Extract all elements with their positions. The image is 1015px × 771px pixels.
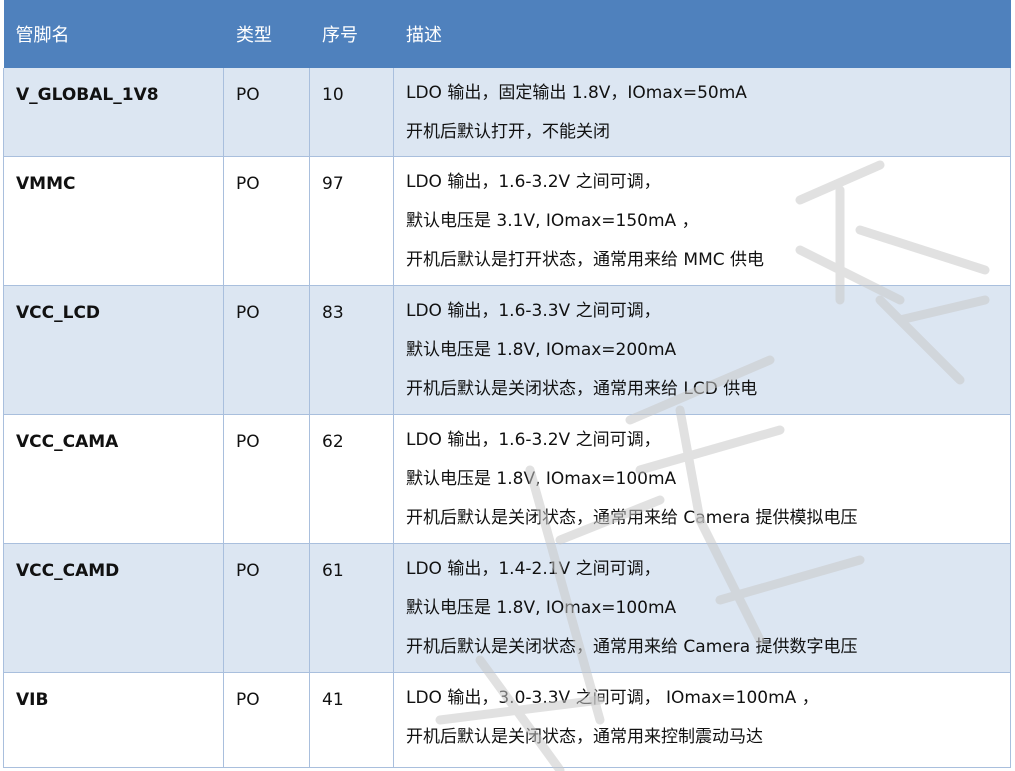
description-line: 开机后默认是关闭状态，通常用来给 Camera 提供数字电压 [406, 636, 858, 657]
table-row: VCC_CAMD PO 61 LDO 输出，1.4-2.1V 之间可调， 默认电… [3, 543, 1011, 673]
table-row: VCC_CAMA PO 62 LDO 输出，1.6-3.2V 之间可调， 默认电… [3, 414, 1011, 544]
table-row: VMMC PO 97 LDO 输出，1.6-3.2V 之间可调， 默认电压是 3… [3, 156, 1011, 286]
description-line: 开机后默认是关闭状态，通常用来给 Camera 提供模拟电压 [406, 507, 858, 528]
table-row: VCC_LCD PO 83 LDO 输出，1.6-3.3V 之间可调， 默认电压… [3, 285, 1011, 415]
pin-description-cell: LDO 输出，固定输出 1.8V，IOmax=50mA 开机后默认打开，不能关闭 [393, 68, 1011, 157]
table-header-row: 管脚名 类型 序号 描述 [3, 0, 1011, 68]
pin-name-cell: VMMC [3, 156, 224, 286]
pin-number-cell: 62 [309, 414, 394, 544]
description-line: LDO 输出，1.6-3.3V 之间可调， [406, 300, 661, 321]
header-type: 类型 [223, 0, 310, 68]
description-line: 开机后默认是打开状态，通常用来给 MMC 供电 [406, 249, 765, 270]
pin-number-cell: 41 [309, 672, 394, 768]
pin-description-cell: LDO 输出，1.6-3.2V 之间可调， 默认电压是 1.8V, IOmax=… [393, 414, 1011, 544]
header-number: 序号 [309, 0, 394, 68]
description-line: 默认电压是 1.8V, IOmax=100mA [406, 468, 677, 489]
table-row: VIB PO 41 LDO 输出，3.0-3.3V 之间可调， IOmax=10… [3, 672, 1011, 768]
pin-type-cell: PO [223, 285, 310, 415]
pin-name-cell: V_GLOBAL_1V8 [3, 68, 224, 157]
header-description: 描述 [393, 0, 1011, 68]
pin-name-cell: VCC_CAMA [3, 414, 224, 544]
description-line: LDO 输出，1.6-3.2V 之间可调， [406, 429, 661, 450]
description-line: 开机后默认是关闭状态，通常用来给 LCD 供电 [406, 378, 758, 399]
description-line: 默认电压是 1.8V, IOmax=100mA [406, 597, 677, 618]
pin-type-cell: PO [223, 156, 310, 286]
table-row: V_GLOBAL_1V8 PO 10 LDO 输出，固定输出 1.8V，IOma… [3, 68, 1011, 157]
pin-name-cell: VCC_CAMD [3, 543, 224, 673]
pin-description-cell: LDO 输出，1.6-3.2V 之间可调， 默认电压是 3.1V, IOmax=… [393, 156, 1011, 286]
pin-description-cell: LDO 输出，1.4-2.1V 之间可调， 默认电压是 1.8V, IOmax=… [393, 543, 1011, 673]
pin-table: 管脚名 类型 序号 描述 V_GLOBAL_1V8 PO 10 LDO 输出，固… [3, 0, 1011, 768]
header-pin-name: 管脚名 [3, 0, 224, 68]
pin-number-cell: 10 [309, 68, 394, 157]
pin-number-cell: 61 [309, 543, 394, 673]
pin-description-cell: LDO 输出，3.0-3.3V 之间可调， IOmax=100mA ， 开机后默… [393, 672, 1011, 768]
pin-type-cell: PO [223, 672, 310, 768]
pin-number-cell: 83 [309, 285, 394, 415]
pin-number-cell: 97 [309, 156, 394, 286]
description-line: 默认电压是 1.8V, IOmax=200mA [406, 339, 677, 360]
description-line: LDO 输出，1.4-2.1V 之间可调， [406, 558, 661, 579]
description-line: LDO 输出，1.6-3.2V 之间可调， [406, 171, 661, 192]
pin-name-cell: VIB [3, 672, 224, 768]
pin-description-cell: LDO 输出，1.6-3.3V 之间可调， 默认电压是 1.8V, IOmax=… [393, 285, 1011, 415]
pin-type-cell: PO [223, 68, 310, 157]
description-line: 默认电压是 3.1V, IOmax=150mA ， [406, 210, 699, 231]
pin-type-cell: PO [223, 414, 310, 544]
pin-name-cell: VCC_LCD [3, 285, 224, 415]
pin-type-cell: PO [223, 543, 310, 673]
description-line: 开机后默认是关闭状态，通常用来控制震动马达 [406, 726, 763, 747]
description-line: 开机后默认打开，不能关闭 [406, 122, 610, 142]
description-line: LDO 输出，3.0-3.3V 之间可调， IOmax=100mA ， [406, 687, 819, 708]
description-line: LDO 输出，固定输出 1.8V，IOmax=50mA [406, 83, 747, 103]
